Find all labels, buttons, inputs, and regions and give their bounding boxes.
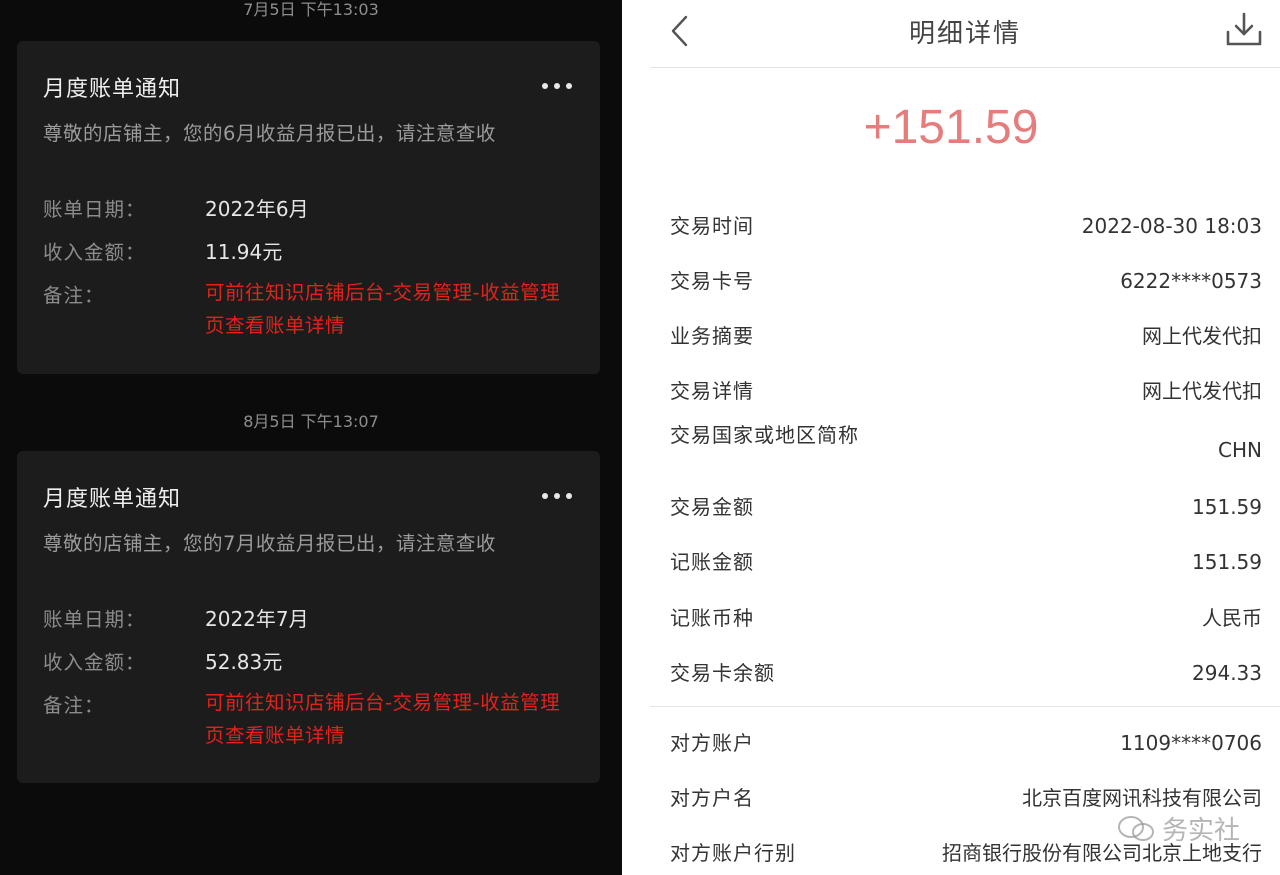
bill-date-value: 2022年7月 <box>205 607 309 631</box>
detail-label: 交易卡号 <box>670 269 754 293</box>
message-list-panel: 7月5日 下午13:03 月度账单通知 尊敬的店铺主，您的6月收益月报已出，请注… <box>0 0 622 875</box>
card-title: 月度账单通知 <box>43 77 182 102</box>
detail-row-posted-amount: 记账金额 151.59 <box>670 547 1262 587</box>
income-label: 收入金额： <box>43 241 146 264</box>
detail-label: 交易金额 <box>670 495 754 519</box>
note-value: 可前往知识店铺后台-交易管理-收益管理页查看账单详情 <box>205 691 561 747</box>
detail-row-country: 交易国家或地区简称 CHN <box>670 420 1262 480</box>
bill-date-label: 账单日期： <box>43 608 146 631</box>
detail-value: CHN <box>1218 438 1262 462</box>
detail-value: 网上代发代扣 <box>1142 379 1262 403</box>
message-timestamp: 8月5日 下午13:07 <box>243 412 379 431</box>
detail-label: 记账币种 <box>670 606 754 630</box>
transaction-amount: +151.59 <box>863 101 1039 154</box>
wechat-icon <box>1117 815 1154 841</box>
detail-label: 交易详情 <box>670 379 754 403</box>
detail-label: 对方账户 <box>670 731 754 755</box>
card-intro-text: 尊敬的店铺主，您的6月收益月报已出，请注意查收 <box>43 122 496 145</box>
detail-row-time: 交易时间 2022-08-30 18:03 <box>670 211 1262 251</box>
detail-value: 1109****0706 <box>1120 731 1262 755</box>
detail-value: 网上代发代扣 <box>1142 324 1262 348</box>
income-value: 52.83元 <box>205 650 283 674</box>
bill-notification-card[interactable]: 月度账单通知 尊敬的店铺主，您的6月收益月报已出，请注意查收 账单日期： 202… <box>17 41 600 374</box>
detail-row-summary: 业务摘要 网上代发代扣 <box>670 321 1262 361</box>
detail-row-detail: 交易详情 网上代发代扣 <box>670 376 1262 416</box>
detail-label: 交易卡余额 <box>670 661 775 685</box>
detail-value: 151.59 <box>1192 495 1262 519</box>
detail-value: 151.59 <box>1192 550 1262 574</box>
detail-label: 交易国家或地区简称 <box>670 423 859 447</box>
detail-row-balance: 交易卡余额 294.33 <box>670 658 1262 698</box>
detail-value: 6222****0573 <box>1120 269 1262 293</box>
card-intro-text: 尊敬的店铺主，您的7月收益月报已出，请注意查收 <box>43 532 496 555</box>
detail-value: 294.33 <box>1192 661 1262 685</box>
detail-value: 人民币 <box>1202 606 1262 630</box>
detail-header: 明细详情 <box>650 0 1280 68</box>
transaction-detail-panel: 明细详情 +151.59 交易时间 2022-08-30 18:03 交易卡号 … <box>622 0 1280 875</box>
watermark: 务实社 <box>1116 810 1240 847</box>
page-title: 明细详情 <box>908 19 1021 49</box>
note-label: 备注： <box>43 284 105 307</box>
detail-value: 北京百度网讯科技有限公司 <box>1022 786 1262 810</box>
detail-row-counterparty-account: 对方账户 1109****0706 <box>670 728 1262 768</box>
detail-label: 记账金额 <box>670 550 754 574</box>
bill-date-value: 2022年6月 <box>205 197 309 221</box>
detail-label: 对方账户行别 <box>670 841 796 865</box>
detail-label: 对方户名 <box>670 786 754 810</box>
card-title: 月度账单通知 <box>43 487 182 512</box>
detail-row-card-number: 交易卡号 6222****0573 <box>670 266 1262 306</box>
download-icon[interactable] <box>1224 10 1264 50</box>
note-value: 可前往知识店铺后台-交易管理-收益管理页查看账单详情 <box>205 281 561 337</box>
watermark-text: 务实社 <box>1161 816 1240 846</box>
more-options-icon[interactable] <box>542 82 572 90</box>
note-label: 备注： <box>43 694 105 717</box>
income-label: 收入金额： <box>43 651 146 674</box>
message-timestamp: 7月5日 下午13:03 <box>243 0 379 19</box>
more-options-icon[interactable] <box>542 492 572 500</box>
section-divider <box>650 706 1280 707</box>
detail-row-currency: 记账币种 人民币 <box>670 603 1262 643</box>
detail-label: 交易时间 <box>670 214 754 238</box>
detail-label: 业务摘要 <box>670 324 754 348</box>
detail-value: 2022-08-30 18:03 <box>1081 214 1262 238</box>
detail-row-amount: 交易金额 151.59 <box>670 492 1262 532</box>
income-value: 11.94元 <box>205 240 283 264</box>
bill-date-label: 账单日期： <box>43 198 146 221</box>
bill-notification-card[interactable]: 月度账单通知 尊敬的店铺主，您的7月收益月报已出，请注意查收 账单日期： 202… <box>17 451 600 783</box>
